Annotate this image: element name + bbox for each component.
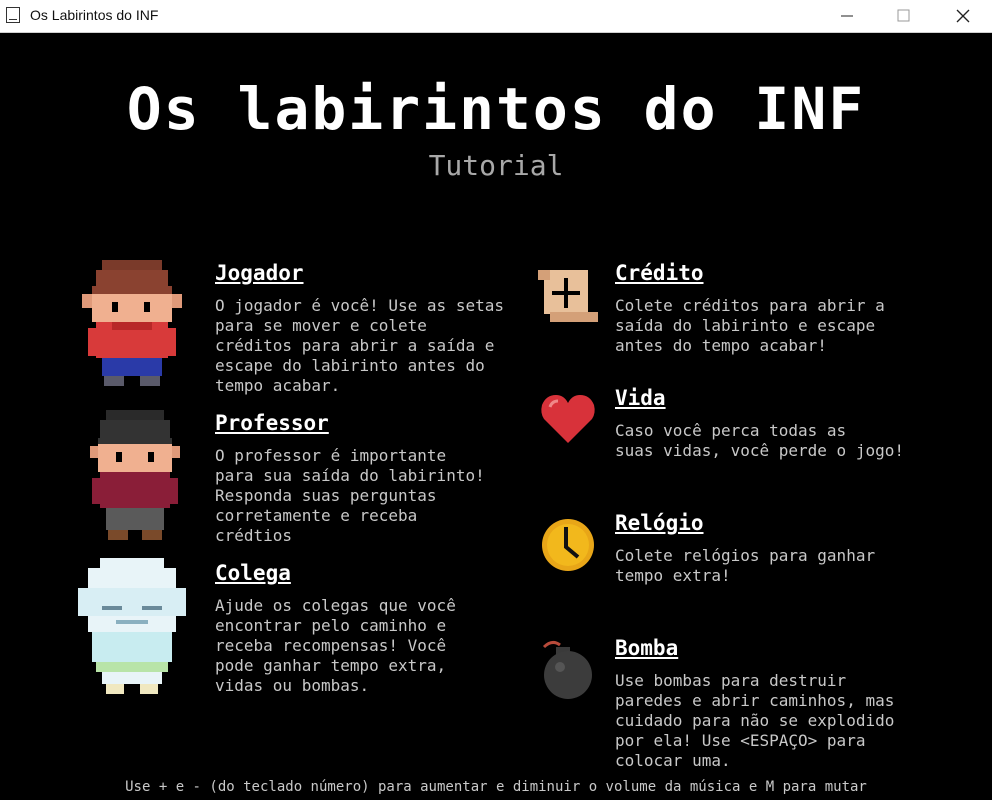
minimize-icon	[841, 15, 853, 17]
heart-icon	[541, 395, 595, 443]
character-title-colega: Colega	[215, 561, 291, 585]
app-icon	[6, 7, 20, 23]
character-title-professor: Professor	[215, 411, 329, 435]
close-button[interactable]	[940, 0, 986, 32]
close-icon	[956, 9, 970, 23]
minimize-button[interactable]	[824, 0, 870, 32]
player-sprite-icon	[82, 260, 182, 386]
item-title-bomba: Bomba	[615, 636, 679, 660]
maximize-button[interactable]	[880, 0, 926, 32]
game-canvas: Os labirintos do INF Tutorial Jogador O …	[0, 33, 992, 800]
item-desc-vida: Caso você perca todas as suas vidas, voc…	[615, 421, 904, 460]
ghost-sprite-icon	[78, 558, 186, 694]
bomb-icon	[542, 640, 592, 699]
item-title-credito: Crédito	[615, 261, 704, 285]
item-title-vida: Vida	[615, 386, 666, 410]
item-desc-bomba: Use bombas para destruir paredes e abrir…	[615, 671, 895, 770]
window-titlebar: Os Labirintos do INF	[0, 0, 992, 33]
character-desc-professor: O professor é importante para sua saída …	[215, 446, 485, 545]
professor-sprite-icon	[90, 410, 180, 540]
item-title-relogio: Relógio	[615, 511, 704, 535]
game-title: Os labirintos do INF	[126, 75, 866, 143]
item-desc-relogio: Colete relógios para ganhar tempo extra!	[615, 546, 876, 585]
character-desc-colega: Ajude os colegas que você encontrar pelo…	[215, 596, 456, 695]
volume-hint: Use + e - (do teclado número) para aumen…	[125, 779, 867, 795]
clock-icon	[542, 519, 594, 571]
scroll-icon	[538, 270, 598, 322]
maximize-icon	[897, 9, 910, 22]
window-title: Os Labirintos do INF	[30, 7, 159, 23]
character-title-jogador: Jogador	[215, 261, 304, 285]
tutorial-subtitle: Tutorial	[428, 149, 564, 182]
character-desc-jogador: O jogador é você! Use as setas para se m…	[215, 296, 504, 395]
item-desc-credito: Colete créditos para abrir a saída do la…	[615, 296, 885, 355]
